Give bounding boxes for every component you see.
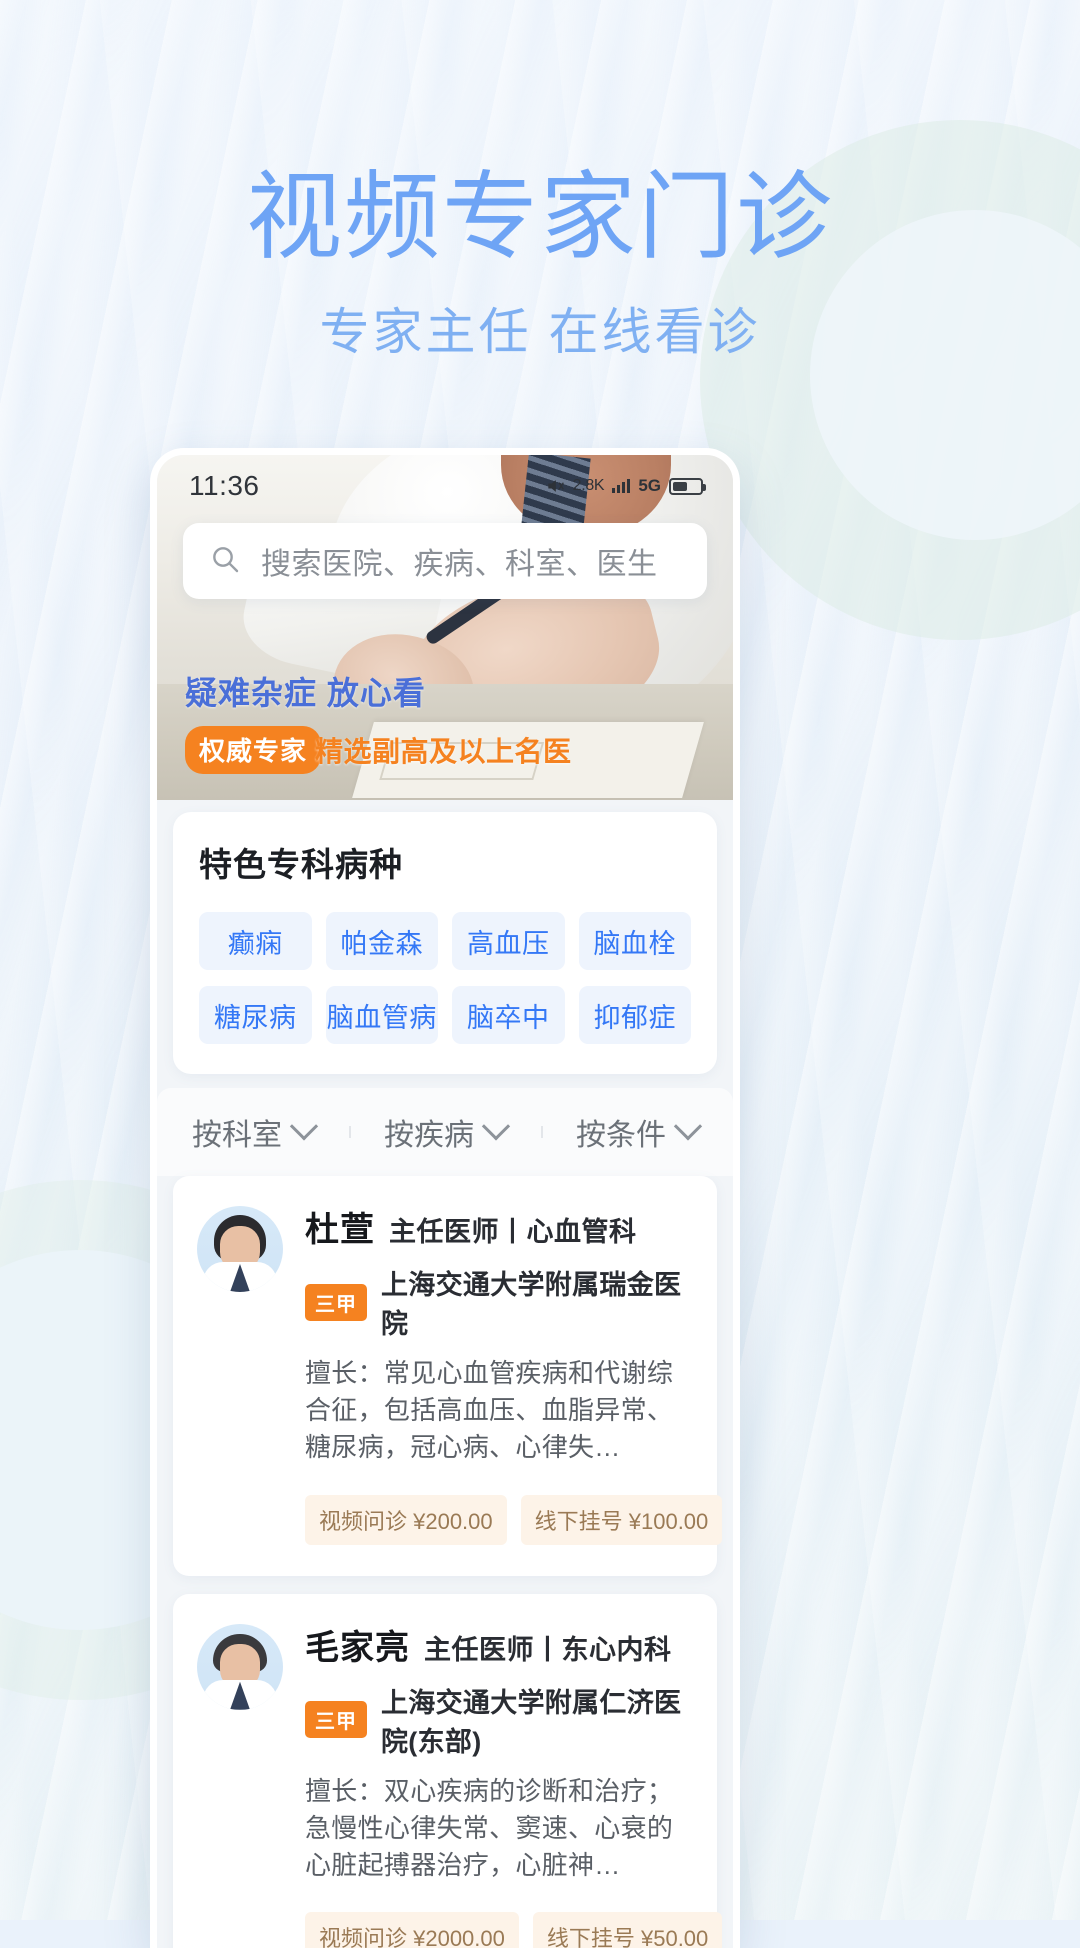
specialty-tag[interactable]: 帕金森 xyxy=(325,912,438,970)
filter-condition-label: 按条件 xyxy=(576,1119,666,1152)
filter-condition[interactable]: 按条件 xyxy=(541,1110,733,1154)
doctor-name: 杜萱 xyxy=(305,1211,375,1249)
phone-mockup: 11:36 2.8K 5G 搜索医院、疾病、科室、医生 疑难杂症 放心看 权威专… xyxy=(150,448,740,1948)
specialty-card: 特色专科病种 癫痫 帕金森 高血压 脑血栓 糖尿病 脑血管病 脑卒中 抑郁症 xyxy=(173,812,717,1074)
filter-disease-label: 按疾病 xyxy=(384,1119,474,1152)
status-indicators: 2.8K 5G xyxy=(545,476,706,496)
search-input[interactable]: 搜索医院、疾病、科室、医生 xyxy=(183,523,707,599)
doctor-avatar xyxy=(197,1623,283,1710)
status-bar: 11:36 2.8K 5G xyxy=(157,455,733,517)
doctor-hospital: 上海交通大学附属仁济医院(东部) xyxy=(381,1687,682,1757)
network-type-label: 5G xyxy=(638,476,661,495)
hospital-level-badge: 三甲 xyxy=(305,1283,367,1321)
specialty-tag[interactable]: 脑血栓 xyxy=(578,912,691,970)
doctor-specialty-description: 擅长：常见心血管疾病和代谢综合征，包括高血压、血脂异常、糖尿病，冠心病、心律失… xyxy=(305,1358,674,1462)
doctor-name: 毛家亮 xyxy=(305,1628,410,1667)
mute-icon xyxy=(545,476,565,496)
doctor-list: 杜萱 主任医师丨心血管科 三甲 上海交通大学附属瑞金医院 擅长：常见心血管疾病和… xyxy=(157,1176,733,1948)
specialty-tag[interactable]: 高血压 xyxy=(452,912,565,970)
filter-department[interactable]: 按科室 xyxy=(157,1110,349,1154)
chevron-down-icon xyxy=(289,1112,319,1141)
chevron-down-icon xyxy=(673,1112,703,1141)
specialty-tag-grid: 癫痫 帕金森 高血压 脑血栓 糖尿病 脑血管病 脑卒中 抑郁症 xyxy=(199,912,691,1044)
search-icon xyxy=(209,543,241,580)
doctor-specialty-description: 擅长：双心疾病的诊断和治疗；急慢性心律失常、窦速、心衰的心脏起搏器治疗，心脏神… xyxy=(305,1775,674,1880)
page-subtitle: 专家主任 在线看诊 xyxy=(319,303,761,360)
doctor-avatar xyxy=(197,1206,283,1292)
filter-disease[interactable]: 按疾病 xyxy=(349,1110,541,1154)
hero-banner: 11:36 2.8K 5G 搜索医院、疾病、科室、医生 疑难杂症 放心看 权威专… xyxy=(157,455,733,800)
offline-register-price: 线下挂号 ¥50.00 xyxy=(532,1912,723,1948)
signal-icon xyxy=(612,479,631,493)
banner-subtext: 精选副高及以上名医 xyxy=(315,736,572,767)
banner-headline: 疑难杂症 放心看 xyxy=(185,675,426,711)
specialty-tag[interactable]: 脑血管病 xyxy=(325,986,438,1044)
filter-bar: 按科室 按疾病 按条件 xyxy=(157,1088,733,1176)
doctor-title-department: 主任医师丨东心内科 xyxy=(424,1634,672,1665)
search-placeholder-text: 搜索医院、疾病、科室、医生 xyxy=(261,548,658,581)
hero-section: 视频专家门诊 专家主任 在线看诊 xyxy=(0,0,1080,364)
doctor-title-department: 主任医师丨心血管科 xyxy=(389,1217,637,1247)
battery-icon xyxy=(669,477,706,495)
chevron-down-icon xyxy=(481,1112,511,1141)
hospital-level-badge: 三甲 xyxy=(305,1701,367,1739)
offline-register-price: 线下挂号 ¥100.00 xyxy=(520,1494,723,1545)
doctor-card[interactable]: 毛家亮 主任医师丨东心内科 三甲 上海交通大学附属仁济医院(东部) 擅长：双心疾… xyxy=(173,1593,723,1948)
video-consult-price: 视频问诊 ¥200.00 xyxy=(305,1494,507,1545)
page-title: 视频专家门诊 xyxy=(246,164,834,271)
banner-caption: 疑难杂症 放心看 权威专家 精选副高及以上名医 xyxy=(185,668,572,774)
filter-department-label: 按科室 xyxy=(192,1119,282,1152)
banner-authority-badge: 权威专家 xyxy=(185,726,322,774)
doctor-card[interactable]: 杜萱 主任医师丨心血管科 三甲 上海交通大学附属瑞金医院 擅长：常见心血管疾病和… xyxy=(173,1176,723,1576)
specialty-tag[interactable]: 抑郁症 xyxy=(578,986,691,1044)
specialty-tag[interactable]: 癫痫 xyxy=(199,912,312,970)
video-consult-price: 视频问诊 ¥2000.00 xyxy=(305,1912,519,1948)
specialty-tag[interactable]: 糖尿病 xyxy=(199,986,312,1044)
status-time: 11:36 xyxy=(189,470,260,501)
search-section: 搜索医院、疾病、科室、医生 xyxy=(157,517,733,599)
network-speed-label: 2.8K xyxy=(572,477,605,494)
specialty-tag[interactable]: 脑卒中 xyxy=(452,986,565,1044)
doctor-hospital: 上海交通大学附属瑞金医院 xyxy=(381,1270,682,1339)
specialty-title: 特色专科病种 xyxy=(199,846,403,883)
